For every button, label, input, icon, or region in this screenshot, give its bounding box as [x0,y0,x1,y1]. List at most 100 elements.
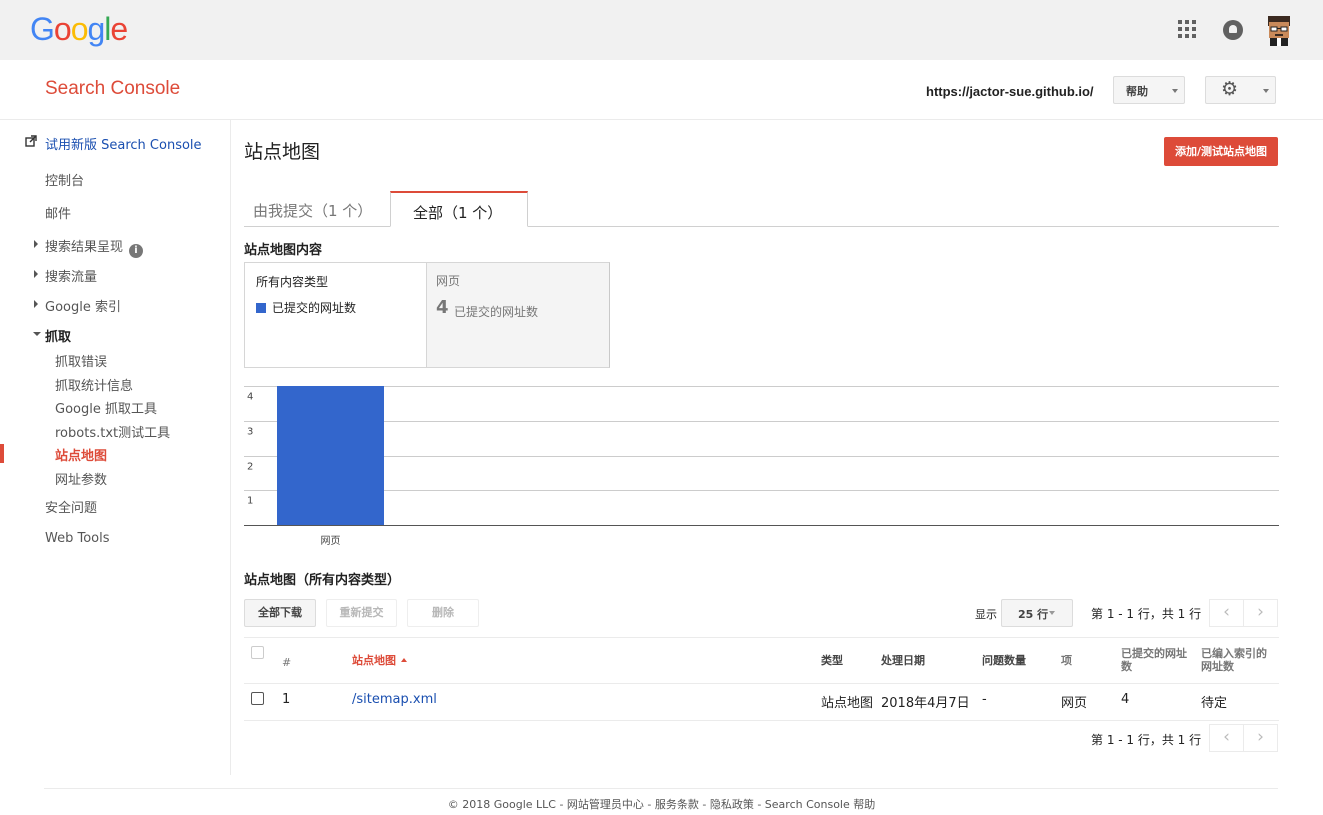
y-tick-label: 3 [247,427,253,438]
header-submitted: 已提交的网址数 [1121,647,1187,673]
next-page-button-bottom[interactable]: › [1243,724,1278,752]
legend-swatch [256,303,266,313]
y-tick-label: 2 [247,462,253,473]
sort-ascending-icon [401,655,407,662]
pager-range-bottom: 第 1 - 1 行，共 1 行 [1091,733,1202,747]
filter-web-pages[interactable]: 网页 4 已提交的网址数 [427,263,609,367]
sidebar-item-crawl-errors[interactable]: 抓取错误 [55,351,107,370]
help-label: 帮助 [1126,85,1148,98]
row-type: 站点地图 [821,696,874,711]
header-processed-date[interactable]: 处理日期 [881,654,925,667]
filter-web-title: 网页 [436,274,461,288]
sidebar: 试用新版 Search Console 控制台 邮件 搜索结果呈现 i 搜索流量 … [0,120,231,775]
sidebar-item-search-traffic[interactable]: 搜索流量 [45,266,97,285]
row-issues: - [982,692,987,707]
logo-letter: G [30,11,55,47]
google-top-bar: Google [0,0,1323,60]
main-content: 站点地图 添加/测试站点地图 由我提交（1 个） 全部（1 个） 站点地图内容 … [244,120,1279,780]
legend-label: 已提交的网址数 [272,301,357,315]
active-item-marker [0,444,4,463]
account-avatar[interactable] [1264,14,1294,46]
filter-all-title: 所有内容类型 [256,275,329,289]
show-label: 显示 [975,608,997,621]
sitemap-bar-chart: 1 2 3 4 [244,386,1279,526]
help-button[interactable]: 帮助 [1113,76,1185,104]
bar [277,386,384,525]
footer-divider [44,788,1278,789]
pager-range: 第 1 - 1 行，共 1 行 [1091,607,1202,621]
external-link-icon [25,135,37,147]
sidebar-item-robots-tester[interactable]: robots.txt测试工具 [55,422,170,441]
sidebar-item-fetch-as-google[interactable]: Google 抓取工具 [55,398,157,417]
sidebar-item-crawl[interactable]: 抓取 [45,326,71,345]
logo-letter: g [87,11,105,47]
info-icon[interactable]: i [129,244,144,258]
header-type[interactable]: 类型 [821,654,843,667]
filter-web-count: 4 [436,297,449,318]
expand-arrow-icon[interactable] [34,240,38,248]
gear-icon: ⚙ [1221,78,1239,100]
prev-page-button-bottom[interactable]: ‹ [1209,724,1244,752]
sidebar-item-security[interactable]: 安全问题 [45,497,97,516]
google-logo[interactable]: Google [30,11,128,48]
add-test-sitemap-button[interactable]: 添加/测试站点地图 [1164,137,1278,166]
header-items: 项 [1061,654,1072,667]
footer-links[interactable]: © 2018 Google LLC - 网站管理员中心 - 服务条款 - 隐私政… [0,796,1323,812]
x-category-label: 网页 [320,536,341,547]
prev-page-button[interactable]: ‹ [1209,599,1244,627]
download-all-button[interactable]: 全部下载 [244,599,316,627]
table-top-border [244,637,1279,638]
sidebar-item-sitemaps[interactable]: 站点地图 [55,445,107,464]
logo-letter: e [110,11,128,47]
page-title: 站点地图 [244,141,321,163]
expand-arrow-icon[interactable] [34,270,38,278]
row-processed-date: 2018年4月7日 [881,696,970,711]
header-sitemap[interactable]: 站点地图 [352,654,407,667]
sidebar-item-label: 搜索结果呈现 [45,240,124,255]
sidebar-item-google-index[interactable]: Google 索引 [45,296,121,315]
table-heading: 站点地图（所有内容类型） [244,573,401,588]
sitemap-content-heading: 站点地图内容 [244,243,323,258]
header-issues[interactable]: 问题数量 [982,654,1026,667]
content-type-filter: 所有内容类型 已提交的网址数 网页 4 已提交的网址数 [244,262,610,368]
settings-button[interactable]: ⚙ [1205,76,1276,104]
apps-grid-icon[interactable] [1178,20,1198,40]
product-title[interactable]: Search Console [45,78,180,100]
property-url[interactable]: https://jactor-sue.github.io/ [926,84,1094,99]
row-indexed: 待定 [1201,696,1228,711]
y-tick-label: 1 [247,496,253,507]
resubmit-button[interactable]: 重新提交 [326,599,397,627]
collapse-arrow-icon[interactable] [33,332,41,336]
tab-all[interactable]: 全部（1 个） [390,191,528,227]
header-indexed: 已编入索引的网址数 [1201,647,1267,673]
sidebar-item-crawl-stats[interactable]: 抓取统计信息 [55,375,133,394]
filter-all-content-types[interactable]: 所有内容类型 已提交的网址数 [245,263,427,367]
header-sitemap-label: 站点地图 [352,654,396,667]
sidebar-item-messages[interactable]: 邮件 [45,203,71,222]
tab-submitted-by-me[interactable]: 由我提交（1 个） [253,191,372,227]
search-console-header: Search Console https://jactor-sue.github… [0,60,1323,120]
y-tick-label: 4 [247,392,253,403]
logo-letter: o [70,11,89,47]
logo-letter: o [53,11,72,47]
expand-arrow-icon[interactable] [34,300,38,308]
header-divider [244,683,1279,684]
rows-per-page-select[interactable]: 25 行 [1001,599,1073,627]
sidebar-item-try-new[interactable]: 试用新版 Search Console [45,134,202,153]
row-checkbox[interactable] [251,692,264,705]
row-index: 1 [282,692,291,707]
next-page-button[interactable]: › [1243,599,1278,627]
notifications-icon[interactable] [1223,20,1243,40]
sidebar-item-web-tools[interactable]: Web Tools [45,531,110,546]
sidebar-item-url-params[interactable]: 网址参数 [55,469,107,488]
filter-web-label: 已提交的网址数 [454,305,539,319]
sidebar-item-dashboard[interactable]: 控制台 [45,170,84,189]
row-divider [244,720,1279,721]
sidebar-item-search-appearance[interactable]: 搜索结果呈现 i [45,236,144,258]
select-all-checkbox[interactable] [251,646,264,659]
header-index: # [282,656,292,669]
delete-button[interactable]: 删除 [407,599,479,627]
row-sitemap-link[interactable]: /sitemap.xml [352,692,437,707]
row-items: 网页 [1061,696,1088,711]
row-submitted: 4 [1121,692,1130,707]
